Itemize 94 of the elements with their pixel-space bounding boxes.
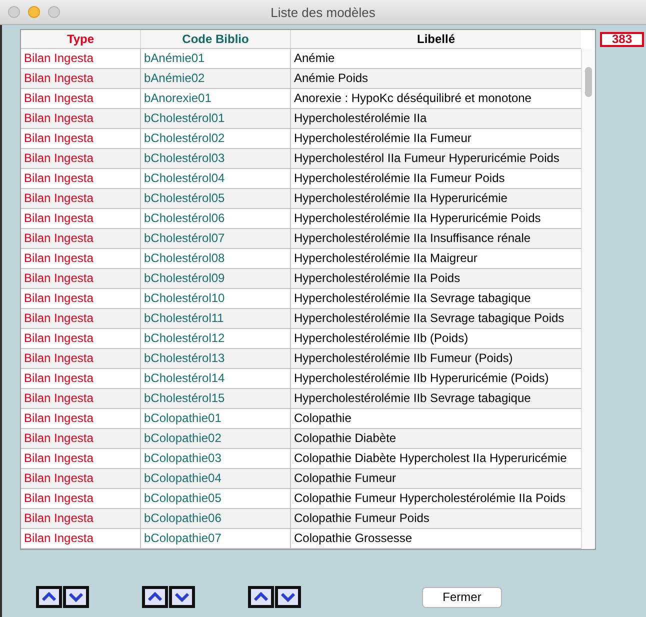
table-cell: bAnémie01 bbox=[141, 49, 291, 68]
table-cell: Bilan Ingesta bbox=[21, 189, 141, 208]
table-cell: bCholestérol02 bbox=[141, 129, 291, 148]
table-cell: Bilan Ingesta bbox=[21, 309, 141, 328]
table-cell: Bilan Ingesta bbox=[21, 369, 141, 388]
up-button[interactable] bbox=[36, 586, 62, 608]
column-header[interactable]: Type bbox=[21, 30, 141, 48]
table-cell: Bilan Ingesta bbox=[21, 329, 141, 348]
table-cell-text: Colopathie Fumeur Poids bbox=[293, 510, 430, 527]
table-cell-text: Hypercholestérolémie IIa Sevrage tabagique Poids bbox=[293, 310, 566, 327]
table-cell-text: Colopathie Grossesse bbox=[293, 530, 414, 547]
table-cell: bCholestérol15 bbox=[141, 389, 291, 408]
table-cell: bCholestérol08 bbox=[141, 249, 291, 268]
up-button[interactable] bbox=[142, 586, 168, 608]
table-cell: Bilan Ingesta bbox=[21, 69, 141, 88]
record-count: 383 bbox=[600, 32, 644, 47]
up-button[interactable] bbox=[248, 586, 274, 608]
table-cell: Bilan Ingesta bbox=[21, 229, 141, 248]
table-cell: Bilan Ingesta bbox=[21, 209, 141, 228]
table-cell: Bilan Ingesta bbox=[21, 129, 141, 148]
table-cell: Bilan Ingesta bbox=[21, 429, 141, 448]
chevron-down-icon bbox=[69, 592, 83, 602]
table-cell: Bilan Ingesta bbox=[21, 449, 141, 468]
table-cell-text: Anémie Poids bbox=[293, 70, 370, 87]
table-cell: Bilan Ingesta bbox=[21, 289, 141, 308]
scrollbar-thumb[interactable] bbox=[585, 67, 592, 97]
table-cell: bCholestérol14 bbox=[141, 369, 291, 388]
table-cell-text: Colopathie Fumeur bbox=[293, 470, 398, 487]
table-cell-text: Colopathie Diabète Hypercholest IIa Hyperuricémie bbox=[293, 450, 568, 467]
table-cell-text: Hypercholestérolémie IIa Maigreur bbox=[293, 250, 478, 267]
table-cell-text: Hypercholestérolémie IIb Sevrage tabagique bbox=[293, 390, 532, 407]
table-cell-text: Hypercholestérolémie IIa Fumeur bbox=[293, 130, 472, 147]
down-button[interactable] bbox=[275, 586, 301, 608]
table-cell-text: Anémie bbox=[293, 50, 336, 67]
table-cell: bColopathie04 bbox=[141, 469, 291, 488]
table-cell: bCholestérol07 bbox=[141, 229, 291, 248]
table-cell-text: Hypercholestérolémie IIb Hyperuricémie (Poids) bbox=[293, 370, 550, 387]
table-cell: Bilan Ingesta bbox=[21, 109, 141, 128]
table-cell-text: Colopathie Diabète bbox=[293, 430, 398, 447]
chevron-up-icon bbox=[254, 592, 268, 602]
table-cell-text: Hypercholestérolémie IIa Fumeur Poids bbox=[293, 170, 506, 187]
chevron-down-icon bbox=[281, 592, 295, 602]
table-cell: bColopathie07 bbox=[141, 529, 291, 548]
table-cell: Bilan Ingesta bbox=[21, 169, 141, 188]
table-cell: bCholestérol12 bbox=[141, 329, 291, 348]
table-cell: bCholestérol01 bbox=[141, 109, 291, 128]
table-cell: bCholestérol05 bbox=[141, 189, 291, 208]
column-header[interactable]: Libellé bbox=[291, 30, 581, 48]
table-cell: bAnorexie01 bbox=[141, 89, 291, 108]
window-title: Liste des modèles bbox=[270, 4, 376, 20]
table-cell: Bilan Ingesta bbox=[21, 49, 141, 68]
table-cell: Bilan Ingesta bbox=[21, 389, 141, 408]
table-cell: Bilan Ingesta bbox=[21, 409, 141, 428]
chevron-up-icon bbox=[42, 592, 56, 602]
table-cell: Bilan Ingesta bbox=[21, 509, 141, 528]
table-cell-text: Colopathie bbox=[293, 410, 352, 427]
table-cell: Bilan Ingesta bbox=[21, 89, 141, 108]
table-cell: bCholestérol03 bbox=[141, 149, 291, 168]
table-cell: bColopathie03 bbox=[141, 449, 291, 468]
table-cell: bCholestérol10 bbox=[141, 289, 291, 308]
table-cell: Bilan Ingesta bbox=[21, 529, 141, 548]
table-cell: bCholestérol13 bbox=[141, 349, 291, 368]
table-cell-text: Hypercholestérolémie IIa Hyperuricémie bbox=[293, 190, 508, 207]
table-cell: Bilan Ingesta bbox=[21, 149, 141, 168]
down-button[interactable] bbox=[169, 586, 195, 608]
table-cell: Bilan Ingesta bbox=[21, 349, 141, 368]
table-cell: bAnémie02 bbox=[141, 69, 291, 88]
table-cell-text: Hypercholestérolémie IIb (Poids) bbox=[293, 330, 470, 347]
table-cell: Bilan Ingesta bbox=[21, 489, 141, 508]
chevron-down-icon bbox=[175, 592, 189, 602]
table-cell-text: Hypercholestérolémie IIa bbox=[293, 110, 428, 127]
table-cell: Bilan Ingesta bbox=[21, 269, 141, 288]
table-cell: bCholestérol06 bbox=[141, 209, 291, 228]
close-button[interactable]: Fermer bbox=[422, 586, 502, 608]
table-cell-text: Hypercholestérolémie IIa Hyperuricémie Poids bbox=[293, 210, 542, 227]
table-cell: Bilan Ingesta bbox=[21, 469, 141, 488]
chevron-up-icon bbox=[148, 592, 162, 602]
table-cell: bColopathie02 bbox=[141, 429, 291, 448]
table-cell-text: Hypercholestérolémie IIa Sevrage tabagique bbox=[293, 290, 532, 307]
table-cell-text: Colopathie Fumeur Hypercholestérolémie IIa Poids bbox=[293, 490, 566, 507]
table-cell: bColopathie01 bbox=[141, 409, 291, 428]
column-header[interactable]: Code Biblio bbox=[141, 30, 291, 48]
table-cell-text: Hypercholestérolémie IIb Fumeur (Poids) bbox=[293, 350, 514, 367]
table-cell-text: Anorexie : HypoKc déséquilibré et monotone bbox=[293, 90, 532, 107]
table-cell-text: Hypercholestérolémie IIa Insuffisance rénale bbox=[293, 230, 532, 247]
table-cell-text: Hypercholestérol IIa Fumeur Hyperuricémie Poids bbox=[293, 150, 560, 167]
table-cell: bCholestérol11 bbox=[141, 309, 291, 328]
down-button[interactable] bbox=[63, 586, 89, 608]
table-cell: bCholestérol09 bbox=[141, 269, 291, 288]
table-cell-text: Hypercholestérolémie IIa Poids bbox=[293, 270, 462, 287]
table-cell: bColopathie05 bbox=[141, 489, 291, 508]
table-cell: Bilan Ingesta bbox=[21, 249, 141, 268]
table-cell: bColopathie06 bbox=[141, 509, 291, 528]
table-cell: bCholestérol04 bbox=[141, 169, 291, 188]
